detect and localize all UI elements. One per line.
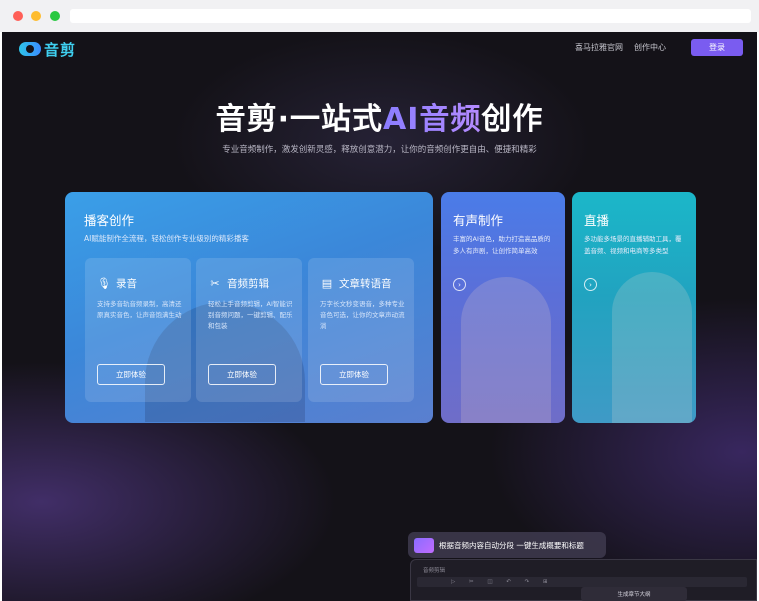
- nav-link-ximalaya[interactable]: 喜马拉雅官网: [575, 42, 623, 53]
- text-to-speech-icon: ▤: [321, 277, 333, 290]
- feature-text-to-speech[interactable]: ▤ 文章转语音 万字长文秒变语音，多种专业音色可选，让你的文章声动流淌 立即体验: [308, 258, 414, 402]
- microphone-icon: 🎙: [97, 277, 111, 290]
- podcast-card: 播客创作 AI赋能制作全流程，轻松创作专业级别的精彩播客 🎙 录音 支持多音轨音…: [65, 192, 433, 423]
- live-card[interactable]: 直播 多功能多场景的直播辅助工具，覆盖音频、视频和电商等多类型 ›: [572, 192, 696, 423]
- podcast-card-title: 播客创作: [84, 213, 135, 228]
- maximize-window-dot[interactable]: [50, 11, 60, 21]
- record-try-button[interactable]: 立即体验: [97, 364, 165, 385]
- nav-link-creator-center[interactable]: 创作中心: [634, 42, 666, 53]
- audiobook-card-desc: 丰富的AI音色，助力打造高品质的多人有声剧，让创作简单高效: [453, 235, 551, 255]
- arrow-right-icon[interactable]: ›: [453, 278, 466, 291]
- hero-title-accent: AI音频: [383, 102, 482, 137]
- feature-record[interactable]: 🎙 录音 支持多音轨音频录制，高清还原真实音色，让声音饱满生动 立即体验: [85, 258, 191, 402]
- live-card-desc: 多功能多场景的直播辅助工具，覆盖音频、视频和电商等多类型: [584, 235, 682, 255]
- feature-text-to-speech-name: 文章转语音: [339, 278, 392, 290]
- audio-edit-try-button[interactable]: 立即体验: [208, 364, 276, 385]
- address-bar[interactable]: [70, 9, 751, 23]
- hero-title-prefix: 音剪·一站式: [215, 102, 383, 137]
- ai-sparkle-icon: [414, 537, 434, 553]
- hero-title: 音剪·一站式AI音频创作: [2, 94, 757, 138]
- editor-preview-label: 音频剪辑: [423, 568, 446, 574]
- feature-audio-edit-desc: 轻松上手音频剪辑，AI智能识别音频问题，一键剪辑、配乐和包装: [208, 300, 293, 330]
- feature-audio-edit-name: 音频剪辑: [227, 278, 269, 290]
- feature-record-desc: 支持多音轨音频录制，高清还原真实音色，让声音饱满生动: [97, 300, 182, 319]
- login-button[interactable]: 登录: [691, 39, 743, 56]
- annotation-text: 根据音频内容自动分段 一键生成概要和标题: [439, 540, 584, 550]
- logo[interactable]: 音剪: [19, 39, 76, 59]
- page: 音剪 喜马拉雅官网 创作中心 登录 音剪·一站式AI音频创作 专业音频制作，激发…: [2, 32, 757, 601]
- hero-title-suffix: 创作: [481, 102, 544, 137]
- hero-subtitle: 专业音频制作，激发创新灵感，释放创意潜力，让你的音频创作更自由、便捷和精彩: [222, 145, 537, 155]
- editor-tool-icons: ▷ ✂ ◫ ↶ ↷ ⊞: [451, 579, 554, 585]
- feature-text-to-speech-desc: 万字长文秒变语音，多种专业音色可选，让你的文章声动流淌: [320, 300, 405, 330]
- audiobook-card-title: 有声制作: [453, 213, 504, 228]
- feature-record-name: 录音: [116, 278, 137, 290]
- close-window-dot[interactable]: [13, 11, 23, 21]
- editor-preview: 音频剪辑 ▷ ✂ ◫ ↶ ↷ ⊞ 生成章节大纲: [410, 559, 757, 601]
- scissors-icon: ✂: [210, 277, 220, 290]
- logo-icon: [19, 42, 41, 56]
- text-to-speech-try-button[interactable]: 立即体验: [320, 364, 388, 385]
- audiobook-card[interactable]: 有声制作 丰富的AI音色，助力打造高品质的多人有声剧，让创作简单高效 ›: [441, 192, 565, 423]
- arrow-right-icon[interactable]: ›: [584, 278, 597, 291]
- auto-segment-annotation: 根据音频内容自动分段 一键生成概要和标题: [408, 532, 606, 558]
- minimize-window-dot[interactable]: [31, 11, 41, 21]
- podcast-card-subtitle: AI赋能制作全流程，轻松创作专业级别的精彩播客: [84, 234, 249, 243]
- feature-record-head: 🎙 录音: [97, 276, 137, 291]
- feature-text-to-speech-head: ▤ 文章转语音: [320, 276, 392, 291]
- chapter-outline-popup: 生成章节大纲: [581, 587, 687, 601]
- live-card-title: 直播: [584, 213, 610, 228]
- logo-text: 音剪: [44, 40, 77, 59]
- browser-chrome: [0, 0, 759, 32]
- feature-audio-edit-head: ✂ 音频剪辑: [208, 276, 269, 291]
- feature-audio-edit[interactable]: ✂ 音频剪辑 轻松上手音频剪辑，AI智能识别音频问题，一键剪辑、配乐和包装 立即…: [196, 258, 302, 402]
